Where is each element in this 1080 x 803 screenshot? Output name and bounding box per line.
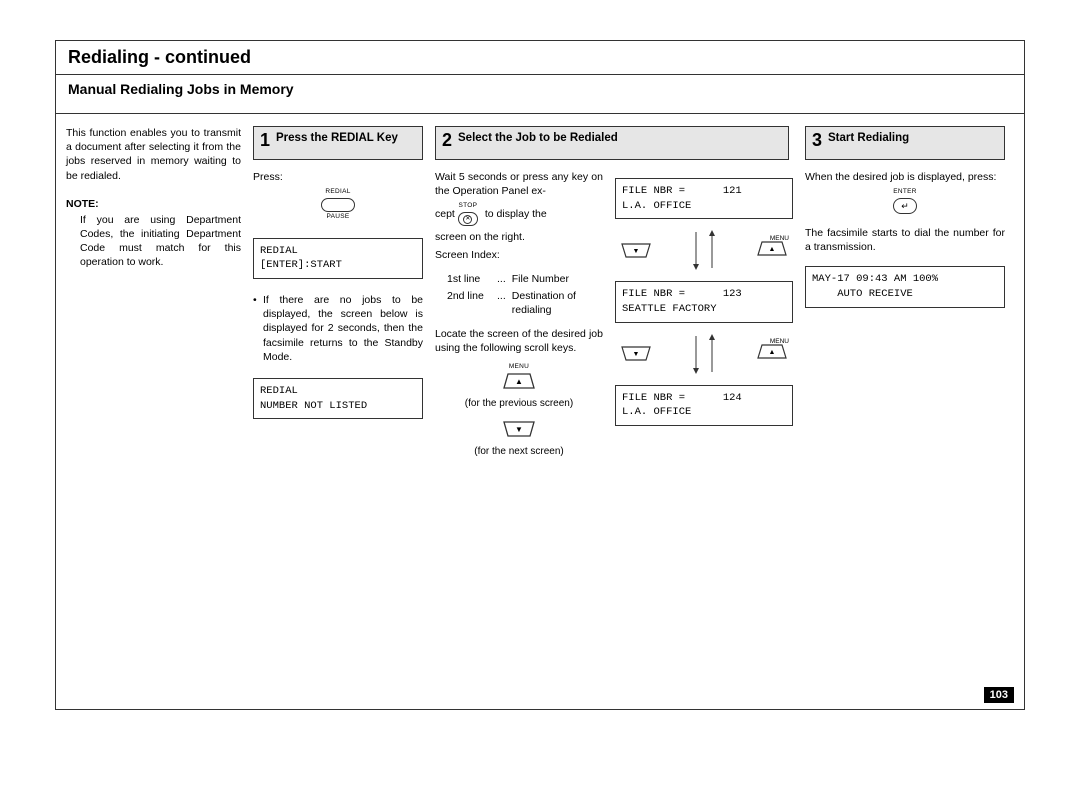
step-3-header: 3 Start Redialing — [805, 126, 1005, 160]
enter-key: ENTER ↵ — [805, 188, 1005, 214]
bullet-text: If there are no jobs to be displayed, th… — [263, 293, 423, 364]
subtitle-bar: Manual Redialing Jobs in Memory — [56, 75, 1024, 114]
up-button-icon: ▲ — [755, 344, 789, 359]
step-title: Select the Job to be Redialed — [458, 131, 618, 147]
lcd-status: MAY-17 09:43 AM 100% AUTO RECEIVE — [805, 266, 1005, 307]
lcd-line: REDIAL — [260, 385, 298, 397]
flow-arrows-icon — [684, 230, 724, 270]
svg-text:▲: ▲ — [769, 246, 776, 253]
redial-key: REDIAL PAUSE — [253, 188, 423, 222]
lcd-line: [ENTER]:START — [260, 259, 342, 271]
idx-row1-val: File Number — [512, 272, 603, 286]
step3-para-a: When the desired job is displayed, press… — [805, 170, 1005, 184]
lcd-file-123: FILE NBR = 123 SEATTLE FACTORY — [615, 281, 793, 322]
page-number: 103 — [984, 687, 1014, 703]
lcd-line: L.A. OFFICE — [622, 200, 691, 212]
intro-column: This function enables you to transmit a … — [66, 126, 241, 458]
note-label: NOTE: — [66, 197, 241, 211]
step-1-header: 1 Press the REDIAL Key — [253, 126, 423, 160]
prev-caption: (for the previous screen) — [435, 397, 603, 411]
note-body: If you are using Department Codes, the i… — [66, 213, 241, 270]
redial-button-icon — [321, 198, 355, 212]
bullet-note: • If there are no jobs to be displayed, … — [253, 293, 423, 364]
lcd-line: FILE NBR = 124 — [622, 392, 742, 404]
step-3-column: 3 Start Redialing When the desired job i… — [805, 126, 1005, 458]
step-number: 1 — [260, 131, 270, 149]
stop-key-line: cept STOP ✕ to display the — [435, 202, 603, 226]
menu-label: MENU — [509, 363, 529, 372]
press-label: Press: — [253, 170, 423, 184]
content-columns: This function enables you to transmit a … — [56, 114, 1024, 470]
lcd-display-1: REDIAL [ENTER]:START — [253, 238, 423, 279]
lcd-line: SEATTLE FACTORY — [622, 303, 717, 315]
lcd-file-121: FILE NBR = 121 L.A. OFFICE — [615, 178, 793, 219]
step-2-header: 2 Select the Job to be Redialed — [435, 126, 789, 160]
scroll-pair-2: ▼ MENU ▲ — [619, 334, 789, 374]
lcd-line: MAY-17 09:43 AM 100% — [812, 273, 938, 285]
next-caption: (for the next screen) — [435, 445, 603, 459]
idx-row2-lbl: 2nd line — [447, 289, 497, 317]
svg-text:▲: ▲ — [769, 349, 776, 356]
step2-para-a2: to display the — [485, 207, 547, 221]
redial-label-top: REDIAL — [325, 188, 350, 197]
idx-row2-val: Destination of redialing — [512, 289, 603, 317]
step-1-column: 1 Press the REDIAL Key Press: REDIAL PAU… — [253, 126, 423, 458]
svg-text:▼: ▼ — [515, 425, 523, 434]
step-2-block: 2 Select the Job to be Redialed Wait 5 s… — [435, 126, 793, 458]
step-2-text-column: Wait 5 seconds or press any key on the O… — [435, 170, 603, 458]
lcd-line: REDIAL — [260, 245, 298, 257]
step-number: 3 — [812, 131, 822, 149]
down-button-icon: ▼ — [500, 421, 538, 437]
step3-para-b: The facsimile starts to dial the number … — [805, 226, 1005, 254]
lcd-line: FILE NBR = 121 — [622, 185, 742, 197]
svg-text:▼: ▼ — [633, 351, 640, 358]
page-subtitle: Manual Redialing Jobs in Memory — [68, 81, 294, 97]
enter-label: ENTER — [893, 188, 917, 197]
step-number: 2 — [442, 131, 452, 149]
down-key: ▼ — [435, 421, 603, 437]
lcd-line: NUMBER NOT LISTED — [260, 400, 367, 412]
page-title: Redialing - continued — [68, 47, 251, 67]
step2-para-a: Wait 5 seconds or press any key on the O… — [435, 170, 603, 198]
step-title: Start Redialing — [828, 131, 909, 147]
down-button-icon: ▼ — [619, 243, 653, 258]
lcd-line: L.A. OFFICE — [622, 406, 691, 418]
down-button-icon: ▼ — [619, 346, 653, 361]
screen-index-list: 1st line ... File Number 2nd line ... De… — [435, 270, 603, 319]
up-button-icon: ▲ — [755, 241, 789, 256]
redial-label-bottom: PAUSE — [326, 213, 349, 222]
step-title: Press the REDIAL Key — [276, 131, 398, 147]
lcd-display-2: REDIAL NUMBER NOT LISTED — [253, 378, 423, 419]
title-bar: Redialing - continued — [56, 41, 1024, 75]
flow-arrows-icon — [684, 334, 724, 374]
lcd-line: FILE NBR = 123 — [622, 288, 742, 300]
manual-page: Redialing - continued Manual Redialing J… — [55, 40, 1025, 710]
svg-text:▲: ▲ — [515, 377, 523, 386]
bullet-dot: • — [253, 293, 263, 364]
menu-up-key: MENU ▲ — [435, 363, 603, 389]
stop-label: STOP — [458, 202, 477, 211]
intro-text: This function enables you to transmit a … — [66, 126, 241, 183]
idx-row1-lbl: 1st line — [447, 272, 497, 286]
lcd-file-124: FILE NBR = 124 L.A. OFFICE — [615, 385, 793, 426]
lcd-line: AUTO RECEIVE — [812, 288, 913, 300]
screen-index-label: Screen Index: — [435, 248, 603, 262]
svg-text:▼: ▼ — [633, 248, 640, 255]
step2-para-b: Locate the screen of the desired job usi… — [435, 327, 603, 355]
step-2-flow-column: FILE NBR = 121 L.A. OFFICE ▼ M — [615, 170, 793, 458]
stop-key: STOP ✕ — [458, 202, 478, 226]
cept-text: cept — [435, 207, 455, 221]
step2-para-a3: screen on the right. — [435, 230, 603, 244]
scroll-pair-1: ▼ MENU ▲ — [619, 230, 789, 270]
stop-button-icon: ✕ — [458, 212, 478, 226]
up-button-icon: ▲ — [500, 373, 538, 389]
enter-button-icon: ↵ — [893, 198, 917, 214]
